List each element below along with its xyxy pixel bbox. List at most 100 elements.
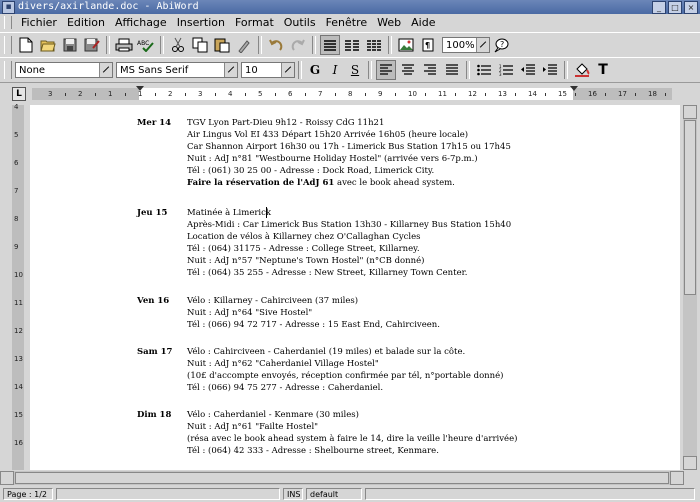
title-bar[interactable]: ▪ divers/axirlande.doc - AbiWord _ □ × xyxy=(0,0,700,14)
text-line[interactable]: Matinée à Limerick xyxy=(187,207,511,219)
toolbar-separator xyxy=(298,61,302,79)
text-line[interactable]: Nuit : AdJ n°64 "Sive Hostel" xyxy=(187,307,440,319)
indent-button[interactable] xyxy=(540,60,560,80)
style-dropdown-arrow[interactable] xyxy=(99,63,112,77)
zoom-select[interactable]: 100% xyxy=(442,37,490,53)
menu-fichier[interactable]: Fichier xyxy=(16,14,62,31)
insert-image-button[interactable] xyxy=(396,35,416,55)
minimize-button[interactable]: _ xyxy=(652,1,666,14)
text-line[interactable]: (résa avec le book ahead system à faire … xyxy=(187,433,517,445)
outdent-button[interactable] xyxy=(518,60,538,80)
menu-format[interactable]: Format xyxy=(230,14,279,31)
maximize-button[interactable]: □ xyxy=(668,1,682,14)
align-left-button[interactable] xyxy=(376,60,396,80)
toolbar-grip-handle[interactable] xyxy=(4,61,12,79)
menu-edition[interactable]: Edition xyxy=(62,14,110,31)
open-button[interactable] xyxy=(38,35,58,55)
numbered-list-button[interactable]: 123 xyxy=(496,60,516,80)
italic-button[interactable]: I xyxy=(325,60,345,80)
underline-button[interactable]: S xyxy=(345,60,365,80)
cut-button[interactable] xyxy=(168,35,188,55)
close-button[interactable]: × xyxy=(684,1,698,14)
zoom-dropdown-arrow[interactable] xyxy=(476,38,489,52)
save-button[interactable] xyxy=(60,35,80,55)
vertical-scroll-thumb[interactable] xyxy=(684,120,696,295)
bullet-list-button[interactable] xyxy=(474,60,494,80)
document-area[interactable]: Mer 14 TGV Lyon Part-Dieu 9h12 - Roissy C… xyxy=(30,105,680,470)
undo-button[interactable] xyxy=(266,35,286,55)
menu-web[interactable]: Web xyxy=(372,14,406,31)
menu-insertion[interactable]: Insertion xyxy=(172,14,230,31)
redo-button[interactable] xyxy=(288,35,308,55)
menu-grip-handle[interactable] xyxy=(4,16,12,29)
format-painter-button[interactable] xyxy=(234,35,254,55)
text-line[interactable]: Air Lingus Vol EI 433 Départ 15h20 Arriv… xyxy=(187,129,511,141)
text-line[interactable]: Tél : (064) 35 255 - Adresse : New Stree… xyxy=(187,267,511,279)
columns-3-button[interactable] xyxy=(364,35,384,55)
text-line[interactable]: Tél : (066) 94 75 277 - Adresse : Caherd… xyxy=(187,382,503,394)
text-line[interactable]: Tél : (061) 30 25 00 - Adresse : Dock Ro… xyxy=(187,165,511,177)
scroll-right-button[interactable] xyxy=(670,471,684,485)
size-dropdown-arrow[interactable] xyxy=(281,63,294,77)
paste-button[interactable] xyxy=(212,35,232,55)
text-line[interactable]: Nuit : AdJ n°81 "Westbourne Holiday Host… xyxy=(187,153,511,165)
left-margin-marker[interactable] xyxy=(136,86,144,91)
text-line[interactable]: Location de vélos à Killarney chez O'Cal… xyxy=(187,231,511,243)
text-line[interactable]: Faire la réservation de l'AdJ 61 avec le… xyxy=(187,177,511,189)
text-line[interactable]: Nuit : AdJ n°57 "Neptune's Town Hostel" … xyxy=(187,255,511,267)
columns-2-button[interactable] xyxy=(342,35,362,55)
print-button[interactable] xyxy=(114,35,134,55)
text-line[interactable]: Vélo : Killarney - Cahirciveen (37 miles… xyxy=(187,295,440,307)
scroll-left-button[interactable] xyxy=(0,471,14,485)
document-page[interactable]: Mer 14 TGV Lyon Part-Dieu 9h12 - Roissy C… xyxy=(30,105,680,470)
highlight-button[interactable] xyxy=(572,60,592,80)
ruler-label: 13 xyxy=(498,90,507,98)
text-line[interactable]: Vélo : Cahirciveen - Caherdaniel (19 mil… xyxy=(187,346,503,358)
bold-button[interactable]: G xyxy=(305,60,325,80)
menu-outils[interactable]: Outils xyxy=(279,14,321,31)
new-document-button[interactable] xyxy=(16,35,36,55)
view-normal-button[interactable] xyxy=(320,35,340,55)
text-line[interactable]: Nuit : AdJ n°62 "Caherdaniel Village Hos… xyxy=(187,358,503,370)
text-line[interactable]: Tél : (064) 31175 - Adresse : College St… xyxy=(187,243,511,255)
font-select[interactable]: MS Sans Serif xyxy=(116,62,238,78)
text-line[interactable]: Après-Midi : Car Limerick Bus Station 13… xyxy=(187,219,511,231)
window-menu-icon[interactable]: ▪ xyxy=(2,1,15,14)
text-line[interactable]: Tél : (066) 94 72 717 - Adresse : 15 Eas… xyxy=(187,319,440,331)
align-right-button[interactable] xyxy=(420,60,440,80)
ruler-tick xyxy=(575,93,576,96)
menu-fenetre[interactable]: Fenêtre xyxy=(321,14,373,31)
text-line[interactable]: (10£ d'accompte envoyés, réception confi… xyxy=(187,370,503,382)
horizontal-ruler[interactable]: 3 2 1 1 2 3 4 5 6 7 8 9 10 11 12 13 14 15 16 17 18 xyxy=(32,86,672,100)
right-margin-marker[interactable] xyxy=(570,86,578,91)
insert-field-button[interactable]: ¶ xyxy=(418,35,438,55)
text-line[interactable]: Vélo : Caherdaniel - Kenmare (30 miles) xyxy=(187,409,517,421)
spellcheck-button[interactable]: ABC xyxy=(136,35,156,55)
ruler-tick xyxy=(455,93,456,96)
align-justify-button[interactable] xyxy=(442,60,462,80)
font-dropdown-arrow[interactable] xyxy=(224,63,237,77)
save-as-button[interactable] xyxy=(82,35,102,55)
menu-affichage[interactable]: Affichage xyxy=(110,14,172,31)
align-center-button[interactable] xyxy=(398,60,418,80)
copy-button[interactable] xyxy=(190,35,210,55)
font-size-select[interactable]: 10 xyxy=(241,62,295,78)
tab-type-selector[interactable]: L xyxy=(12,87,26,101)
text-line[interactable]: TGV Lyon Part-Dieu 9h12 - Roissy CdG 11h… xyxy=(187,117,511,129)
text-color-button[interactable]: T xyxy=(593,60,613,80)
menu-aide[interactable]: Aide xyxy=(406,14,440,31)
help-button[interactable]: ? xyxy=(491,35,511,55)
horizontal-scrollbar[interactable] xyxy=(0,471,684,485)
text-line[interactable]: Nuit : AdJ n°61 "Failte Hostel" xyxy=(187,421,517,433)
ruler-tick xyxy=(395,93,396,96)
floppy-icon xyxy=(63,38,77,52)
text-line[interactable]: Tél : (064) 42 333 - Adresse : Shelbourn… xyxy=(187,445,517,457)
vertical-scrollbar[interactable] xyxy=(683,105,697,470)
style-select[interactable]: None xyxy=(15,62,113,78)
ruler-tick xyxy=(425,93,426,96)
horizontal-scroll-thumb[interactable] xyxy=(15,472,669,484)
toolbar-grip-handle[interactable] xyxy=(4,36,12,54)
text-line[interactable]: Car Shannon Airport 16h30 ou 17h - Limer… xyxy=(187,141,511,153)
scroll-up-button[interactable] xyxy=(683,105,697,119)
scroll-down-button[interactable] xyxy=(683,456,697,470)
